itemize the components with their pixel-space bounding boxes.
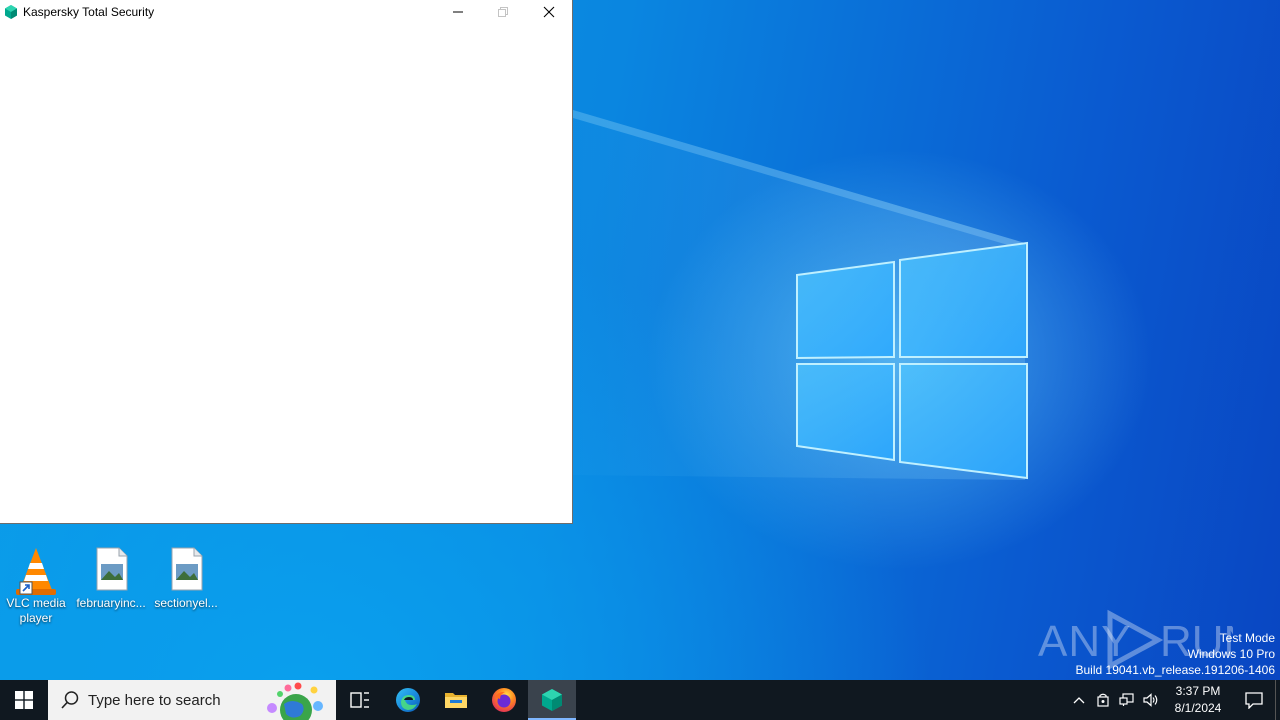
start-button[interactable] [0, 680, 48, 720]
show-desktop-button[interactable] [1275, 680, 1280, 720]
desktop-icon-label: VLC media player [6, 596, 66, 625]
volume-button[interactable] [1139, 680, 1163, 720]
minimize-button[interactable] [435, 0, 481, 23]
taskbar-kaspersky[interactable] [528, 680, 576, 720]
os-edition-text: Windows 10 Pro [1187, 647, 1275, 661]
security-tray-icon [1097, 693, 1109, 707]
clock-date: 8/1/2024 [1174, 701, 1222, 715]
start-icon [15, 691, 33, 709]
volume-icon [1143, 693, 1158, 707]
task-view-icon [350, 692, 369, 708]
notification-icon [1245, 691, 1263, 709]
file-explorer-icon [445, 693, 467, 708]
system-tray: 3:37 PM 8/1/2024 [1067, 680, 1280, 720]
taskbar: Type here to search 3:37 PM 8/1/2024 [0, 680, 1280, 720]
network-icon [1119, 693, 1134, 706]
desktop-icon-vlc[interactable]: VLC media player [0, 546, 72, 626]
system-info-watermark: Test Mode Windows 10 Pro Build 19041.vb_… [1076, 630, 1276, 678]
vlc-icon [12, 546, 60, 595]
test-mode-text: Test Mode [1219, 631, 1275, 645]
clock-time: 3:37 PM [1175, 684, 1221, 698]
windows-logo-wallpaper [796, 241, 1028, 480]
window-content [0, 23, 572, 523]
window-title: Kaspersky Total Security [23, 4, 155, 19]
minimize-icon [453, 11, 463, 12]
kaspersky-window: Kaspersky Total Security [0, 0, 573, 524]
search-icon [61, 691, 79, 709]
kaspersky-icon [542, 689, 562, 711]
firefox-icon [492, 688, 516, 712]
network-button[interactable] [1115, 680, 1139, 720]
window-titlebar[interactable]: Kaspersky Total Security [0, 0, 572, 23]
close-icon [543, 6, 555, 17]
taskbar-firefox[interactable] [480, 680, 528, 720]
close-button[interactable] [526, 0, 572, 23]
edge-icon [396, 688, 420, 712]
taskbar-file-explorer[interactable] [432, 680, 480, 720]
notifications-button[interactable] [1233, 680, 1275, 720]
task-view-button[interactable] [336, 680, 384, 720]
desktop-icon-label: sectionyel... [154, 596, 218, 610]
show-hidden-icons-button[interactable] [1067, 680, 1091, 720]
tray-security-button[interactable] [1091, 680, 1115, 720]
desktop-icon-file-1[interactable]: februaryinc... [75, 546, 147, 611]
kaspersky-icon [5, 4, 17, 19]
build-text: Build 19041.vb_release.191206-1406 [1075, 663, 1276, 677]
desktop-icon-label: februaryinc... [76, 596, 146, 610]
search-placeholder: Type here to search [88, 691, 221, 709]
search-box[interactable]: Type here to search [48, 680, 336, 720]
desktop-icon-file-2[interactable]: sectionyel... [150, 546, 222, 611]
search-highlight-illustration-icon [267, 682, 323, 720]
chevron-up-icon [1073, 697, 1085, 704]
image-file-icon [162, 546, 210, 594]
maximize-button[interactable] [480, 0, 526, 23]
restore-icon [498, 6, 508, 17]
image-file-icon [87, 546, 135, 594]
taskbar-edge[interactable] [384, 680, 432, 720]
taskbar-clock[interactable]: 3:37 PM 8/1/2024 [1163, 683, 1233, 717]
